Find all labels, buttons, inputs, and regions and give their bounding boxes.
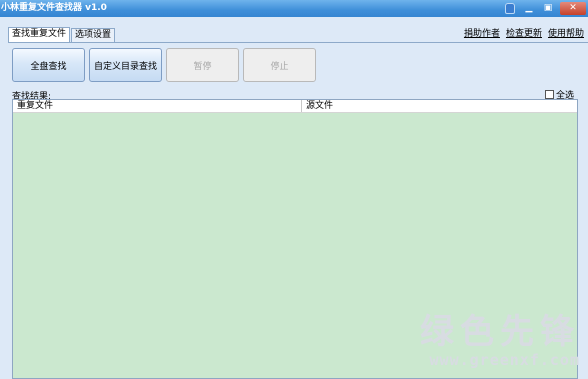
custom-directory-button[interactable]: 自定义目录查找 — [89, 48, 162, 82]
window-title: 小林重复文件查找器 v1.0 — [1, 3, 107, 13]
watermark-text: 绿色先锋 — [420, 312, 580, 352]
maximize-button[interactable]: ▣ — [541, 2, 555, 15]
check-update-link[interactable]: 检查更新 — [506, 26, 542, 39]
minimize-icon: ▁ — [525, 3, 533, 13]
help-link[interactable]: 使用帮助 — [548, 26, 584, 39]
main-panel: 查找重复文件 选项设置 捐助作者 检查更新 使用帮助 全盘查找 自定义目录查找 … — [0, 17, 588, 379]
column-header-duplicate[interactable]: 重复文件 — [13, 100, 302, 112]
tab-strip: 查找重复文件 选项设置 — [8, 27, 116, 43]
pause-button[interactable]: 暂停 — [166, 48, 239, 82]
column-header-source[interactable]: 源文件 — [302, 100, 577, 112]
stop-button[interactable]: 停止 — [243, 48, 316, 82]
minimize-button[interactable]: ▁ — [522, 2, 536, 15]
donate-link[interactable]: 捐助作者 — [464, 26, 500, 39]
close-button[interactable]: ✕ — [560, 2, 586, 15]
tab-divider — [8, 42, 588, 43]
close-icon: ✕ — [569, 3, 577, 13]
select-all-checkbox[interactable] — [544, 90, 554, 99]
watermark-url: www.greenxf.com — [429, 351, 580, 369]
watermark: 绿色先锋 www.greenxf.com — [420, 313, 580, 369]
title-bar: 小林重复文件查找器 v1.0 ▁ ▣ ✕ — [0, 0, 588, 17]
top-links: 捐助作者 检查更新 使用帮助 — [464, 26, 584, 39]
full-scan-button[interactable]: 全盘查找 — [12, 48, 85, 82]
action-buttons: 全盘查找 自定义目录查找 暂停 停止 — [12, 48, 316, 82]
list-header: 重复文件 源文件 — [13, 100, 577, 113]
tab-find-duplicates[interactable]: 查找重复文件 — [8, 27, 71, 42]
window-controls: ▁ ▣ ✕ — [498, 0, 588, 17]
skin-button[interactable] — [503, 2, 517, 15]
tab-options[interactable]: 选项设置 — [71, 28, 116, 42]
maximize-icon: ▣ — [543, 3, 553, 13]
skin-icon — [505, 3, 515, 14]
